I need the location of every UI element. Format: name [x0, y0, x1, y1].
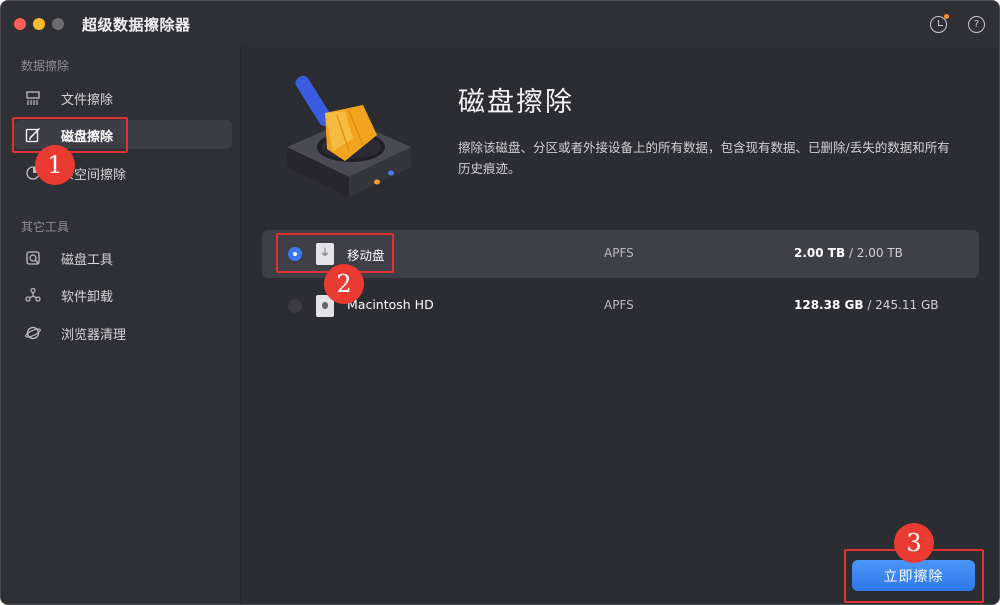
- history-clock-icon[interactable]: [930, 14, 949, 33]
- sidebar-item-label: 磁盘工具: [61, 253, 114, 268]
- file-shredder-icon: [26, 91, 40, 105]
- disk-erase-illustration: [287, 75, 411, 197]
- page-description: 擦除该磁盘、分区或者外接设备上的所有数据，包含现有数据、已删除/丢失的数据和所有…: [458, 140, 950, 176]
- apple-logo-icon: [322, 302, 328, 309]
- help-icon[interactable]: ?: [968, 16, 985, 33]
- disk-used: 128.38 GB: [794, 298, 864, 312]
- sidebar-section-label: 其它工具: [21, 220, 70, 234]
- sidebar-item-browser-clean[interactable]: 浏览器清理: [14, 318, 232, 347]
- disk-total: / 245.11 GB: [867, 298, 939, 312]
- notification-dot: [944, 14, 949, 19]
- disk-row-macintosh-hd[interactable]: Macintosh HD APFS 128.38 GB / 245.11 GB: [262, 282, 979, 330]
- sidebar-item-uninstall[interactable]: 软件卸载: [14, 280, 232, 309]
- sidebar-item-disk-tool[interactable]: 磁盘工具: [14, 243, 232, 272]
- disk-capacity: 128.38 GB / 245.11 GB: [794, 298, 939, 312]
- browser-clean-icon: [25, 326, 41, 340]
- sidebar-item-label: 软件卸载: [61, 290, 114, 305]
- step-badge-3: 3: [894, 523, 934, 563]
- close-window-button[interactable]: [14, 18, 26, 30]
- step-badge-1: 1: [35, 145, 75, 185]
- highlight-box-step1: [12, 117, 128, 153]
- minimize-window-button[interactable]: [33, 18, 45, 30]
- disk-total: / 2.00 TB: [848, 246, 903, 260]
- disk-radio[interactable]: [288, 299, 302, 313]
- page-title: 磁盘擦除: [458, 87, 574, 118]
- title-bar: 超级数据擦除器 ?: [1, 1, 999, 47]
- disk-capacity: 2.00 TB / 2.00 TB: [794, 246, 903, 260]
- sidebar-item-label: 文件擦除: [61, 93, 114, 108]
- sidebar-item-label: 浏览器清理: [61, 328, 127, 343]
- disk-filesystem: APFS: [604, 298, 634, 312]
- sidebar-section-label: 数据擦除: [21, 59, 70, 73]
- app-window: 超级数据擦除器 ? 数据擦除 文件擦除 磁盘擦除 余空间擦除 其它工具 磁盘工具…: [0, 0, 1000, 605]
- zoom-window-button[interactable]: [52, 18, 64, 30]
- disk-used: 2.00 TB: [794, 246, 846, 260]
- disk-tool-icon: [26, 251, 40, 265]
- main-panel: 磁盘擦除 擦除该磁盘、分区或者外接设备上的所有数据，包含现有数据、已删除/丢失的…: [241, 47, 999, 604]
- app-title: 超级数据擦除器: [82, 16, 191, 34]
- sidebar-item-file-erase[interactable]: 文件擦除: [14, 83, 232, 112]
- step-badge-2: 2: [324, 264, 364, 304]
- disk-name: Macintosh HD: [347, 297, 434, 312]
- uninstall-icon: [25, 287, 41, 302]
- disk-filesystem: APFS: [604, 246, 634, 260]
